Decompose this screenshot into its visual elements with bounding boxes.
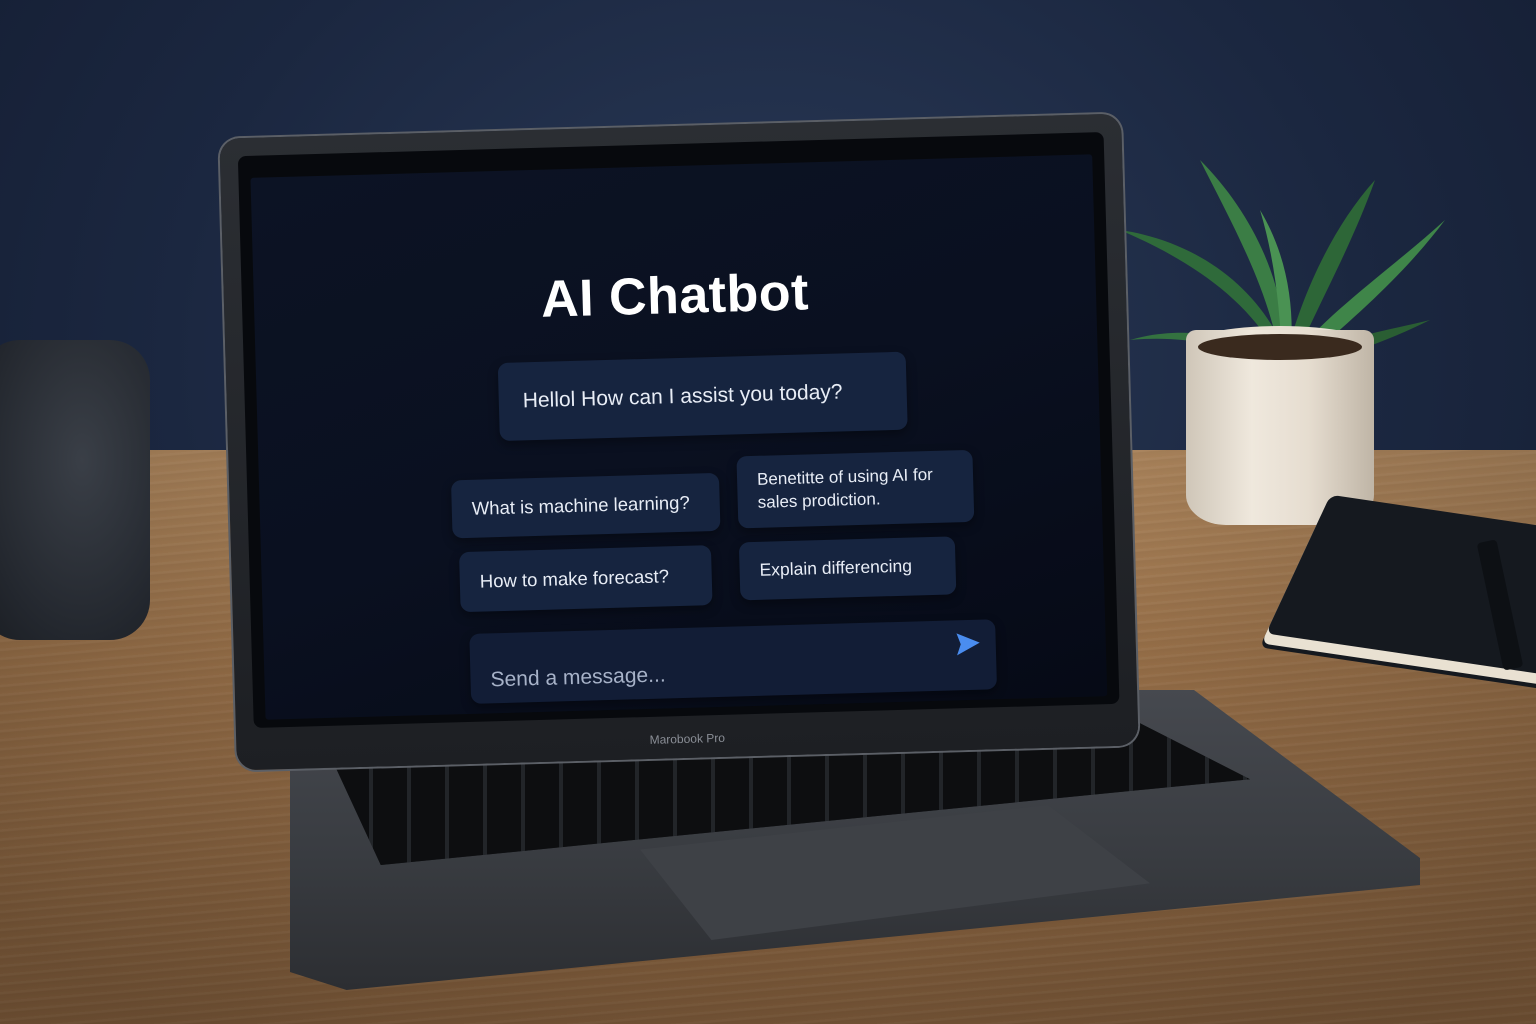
smart-speaker bbox=[0, 340, 150, 640]
app-title: AI Chatbot bbox=[540, 263, 810, 329]
send-icon[interactable] bbox=[953, 630, 982, 659]
laptop-lid: AI Chatbot Hellol How can I assist you t… bbox=[219, 113, 1139, 771]
screen-bezel: AI Chatbot Hellol How can I assist you t… bbox=[237, 132, 1120, 728]
pot-soil bbox=[1198, 334, 1362, 360]
assistant-greeting-bubble: Hellol How can I assist you today? bbox=[497, 351, 908, 442]
chatbot-app: AI Chatbot Hellol How can I assist you t… bbox=[250, 154, 1107, 719]
suggestion-make-forecast[interactable]: How to make forecast? bbox=[458, 545, 713, 613]
message-input[interactable] bbox=[488, 651, 933, 698]
message-composer bbox=[469, 619, 998, 704]
suggestion-machine-learning[interactable]: What is machine learning? bbox=[450, 472, 721, 539]
laptop-screen: AI Chatbot Hellol How can I assist you t… bbox=[250, 154, 1108, 720]
suggestion-ai-sales-prediction[interactable]: Benetitte of using AI for sales prodicti… bbox=[736, 449, 975, 529]
suggestion-explain-differencing[interactable]: Explain differencing bbox=[738, 536, 957, 601]
photo-scene: AI Chatbot Hellol How can I assist you t… bbox=[0, 0, 1536, 1024]
